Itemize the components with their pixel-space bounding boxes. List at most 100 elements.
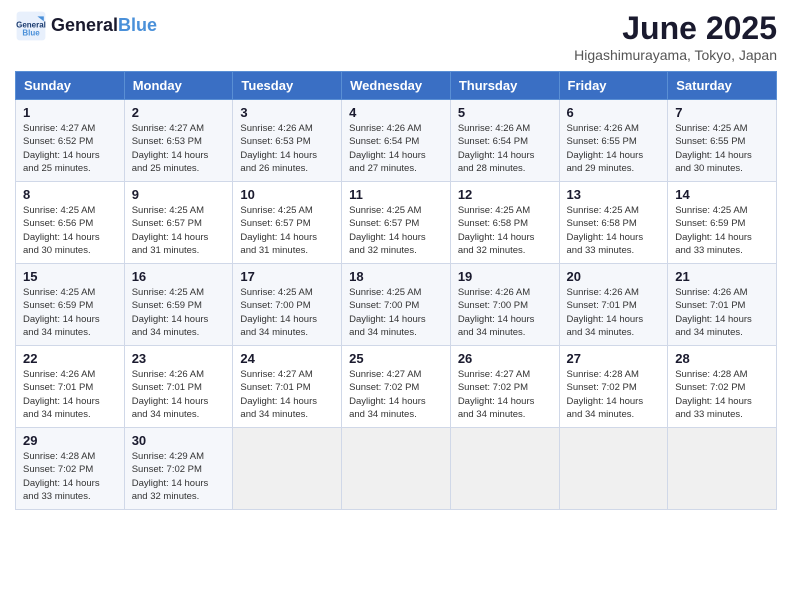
table-row <box>450 428 559 510</box>
col-thursday: Thursday <box>450 72 559 100</box>
table-row: 15Sunrise: 4:25 AM Sunset: 6:59 PM Dayli… <box>16 264 125 346</box>
day-info: Sunrise: 4:26 AM Sunset: 7:01 PM Dayligh… <box>567 286 661 339</box>
day-number: 3 <box>240 105 334 120</box>
table-row: 14Sunrise: 4:25 AM Sunset: 6:59 PM Dayli… <box>668 182 777 264</box>
day-number: 20 <box>567 269 661 284</box>
day-info: Sunrise: 4:27 AM Sunset: 6:52 PM Dayligh… <box>23 122 117 175</box>
day-number: 16 <box>132 269 226 284</box>
logo: General Blue GeneralBlue <box>15 10 157 42</box>
day-number: 27 <box>567 351 661 366</box>
table-row <box>342 428 451 510</box>
day-number: 11 <box>349 187 443 202</box>
col-wednesday: Wednesday <box>342 72 451 100</box>
logo-icon: General Blue <box>15 10 47 42</box>
table-row: 8 Sunrise: 4:25 AM Sunset: 6:56 PM Daylig… <box>16 182 125 264</box>
table-row: 1 Sunrise: 4:27 AM Sunset: 6:52 PM Daylig… <box>16 100 125 182</box>
day-info: Sunrise: 4:26 AM Sunset: 7:01 PM Dayligh… <box>132 368 226 421</box>
table-row: 29 Sunrise: 4:28 AM Sunset: 7:02 PM Dayli… <box>16 428 125 510</box>
table-row: 27 Sunrise: 4:28 AM Sunset: 7:02 PM Dayli… <box>559 346 668 428</box>
day-info: Sunrise: 4:25 AM Sunset: 6:57 PM Dayligh… <box>349 204 443 257</box>
table-row: 23Sunrise: 4:26 AM Sunset: 7:01 PM Dayli… <box>124 346 233 428</box>
col-monday: Monday <box>124 72 233 100</box>
day-number: 12 <box>458 187 552 202</box>
day-info: Sunrise: 4:25 AM Sunset: 6:57 PM Dayligh… <box>240 204 334 257</box>
day-number: 17 <box>240 269 334 284</box>
day-number: 10 <box>240 187 334 202</box>
day-number: 30 <box>132 433 226 448</box>
table-row: 10 Sunrise: 4:25 AM Sunset: 6:57 PM Dayli… <box>233 182 342 264</box>
table-row: 13 Sunrise: 4:25 AM Sunset: 6:58 PM Dayli… <box>559 182 668 264</box>
day-info: Sunrise: 4:28 AM Sunset: 7:02 PM Dayligh… <box>567 368 661 421</box>
day-number: 14 <box>675 187 769 202</box>
day-info: Sunrise: 4:26 AM Sunset: 7:00 PM Dayligh… <box>458 286 552 339</box>
location-title: Higashimurayama, Tokyo, Japan <box>574 47 777 63</box>
table-row: 18 Sunrise: 4:25 AM Sunset: 7:00 PM Dayli… <box>342 264 451 346</box>
day-number: 22 <box>23 351 117 366</box>
day-number: 19 <box>458 269 552 284</box>
table-row: 12 Sunrise: 4:25 AM Sunset: 6:58 PM Dayli… <box>450 182 559 264</box>
calendar-week-row: 1 Sunrise: 4:27 AM Sunset: 6:52 PM Daylig… <box>16 100 777 182</box>
table-row: 24Sunrise: 4:27 AM Sunset: 7:01 PM Dayli… <box>233 346 342 428</box>
day-info: Sunrise: 4:28 AM Sunset: 7:02 PM Dayligh… <box>23 450 117 503</box>
day-info: Sunrise: 4:26 AM Sunset: 6:54 PM Dayligh… <box>458 122 552 175</box>
day-number: 21 <box>675 269 769 284</box>
day-number: 26 <box>458 351 552 366</box>
day-info: Sunrise: 4:26 AM Sunset: 6:54 PM Dayligh… <box>349 122 443 175</box>
day-info: Sunrise: 4:26 AM Sunset: 7:01 PM Dayligh… <box>23 368 117 421</box>
day-info: Sunrise: 4:25 AM Sunset: 6:58 PM Dayligh… <box>567 204 661 257</box>
day-number: 18 <box>349 269 443 284</box>
table-row: 11 Sunrise: 4:25 AM Sunset: 6:57 PM Dayli… <box>342 182 451 264</box>
day-info: Sunrise: 4:27 AM Sunset: 7:02 PM Dayligh… <box>458 368 552 421</box>
table-row: 25 Sunrise: 4:27 AM Sunset: 7:02 PM Dayli… <box>342 346 451 428</box>
calendar-week-row: 22 Sunrise: 4:26 AM Sunset: 7:01 PM Dayli… <box>16 346 777 428</box>
day-info: Sunrise: 4:25 AM Sunset: 7:00 PM Dayligh… <box>349 286 443 339</box>
day-info: Sunrise: 4:25 AM Sunset: 7:00 PM Dayligh… <box>240 286 334 339</box>
day-number: 13 <box>567 187 661 202</box>
table-row: 16 Sunrise: 4:25 AM Sunset: 6:59 PM Dayli… <box>124 264 233 346</box>
col-tuesday: Tuesday <box>233 72 342 100</box>
table-row <box>233 428 342 510</box>
day-number: 25 <box>349 351 443 366</box>
table-row: 30 Sunrise: 4:29 AM Sunset: 7:02 PM Dayli… <box>124 428 233 510</box>
calendar-week-row: 15Sunrise: 4:25 AM Sunset: 6:59 PM Dayli… <box>16 264 777 346</box>
table-row: 4 Sunrise: 4:26 AM Sunset: 6:54 PM Daylig… <box>342 100 451 182</box>
day-number: 6 <box>567 105 661 120</box>
day-number: 29 <box>23 433 117 448</box>
day-info: Sunrise: 4:27 AM Sunset: 6:53 PM Dayligh… <box>132 122 226 175</box>
day-info: Sunrise: 4:25 AM Sunset: 6:56 PM Dayligh… <box>23 204 117 257</box>
day-info: Sunrise: 4:25 AM Sunset: 6:59 PM Dayligh… <box>132 286 226 339</box>
table-row: 28 Sunrise: 4:28 AM Sunset: 7:02 PM Dayli… <box>668 346 777 428</box>
day-number: 5 <box>458 105 552 120</box>
day-number: 7 <box>675 105 769 120</box>
day-number: 9 <box>132 187 226 202</box>
table-row: 20 Sunrise: 4:26 AM Sunset: 7:01 PM Dayli… <box>559 264 668 346</box>
table-row: 5 Sunrise: 4:26 AM Sunset: 6:54 PM Daylig… <box>450 100 559 182</box>
table-row: 7Sunrise: 4:25 AM Sunset: 6:55 PM Daylig… <box>668 100 777 182</box>
day-number: 8 <box>23 187 117 202</box>
day-number: 24 <box>240 351 334 366</box>
day-info: Sunrise: 4:28 AM Sunset: 7:02 PM Dayligh… <box>675 368 769 421</box>
day-info: Sunrise: 4:25 AM Sunset: 6:59 PM Dayligh… <box>23 286 117 339</box>
table-row: 21 Sunrise: 4:26 AM Sunset: 7:01 PM Dayli… <box>668 264 777 346</box>
day-info: Sunrise: 4:27 AM Sunset: 7:02 PM Dayligh… <box>349 368 443 421</box>
table-row <box>559 428 668 510</box>
month-title: June 2025 <box>574 10 777 47</box>
page-header: General Blue GeneralBlue June 2025 Higas… <box>15 10 777 63</box>
day-number: 28 <box>675 351 769 366</box>
col-saturday: Saturday <box>668 72 777 100</box>
table-row <box>668 428 777 510</box>
table-row: 17 Sunrise: 4:25 AM Sunset: 7:00 PM Dayli… <box>233 264 342 346</box>
day-number: 2 <box>132 105 226 120</box>
day-number: 4 <box>349 105 443 120</box>
day-info: Sunrise: 4:25 AM Sunset: 6:58 PM Dayligh… <box>458 204 552 257</box>
table-row: 6Sunrise: 4:26 AM Sunset: 6:55 PM Daylig… <box>559 100 668 182</box>
logo-text: GeneralBlue <box>51 16 157 36</box>
day-info: Sunrise: 4:29 AM Sunset: 7:02 PM Dayligh… <box>132 450 226 503</box>
table-row: 19 Sunrise: 4:26 AM Sunset: 7:00 PM Dayli… <box>450 264 559 346</box>
calendar-table: Sunday Monday Tuesday Wednesday Thursday… <box>15 71 777 510</box>
day-info: Sunrise: 4:26 AM Sunset: 7:01 PM Dayligh… <box>675 286 769 339</box>
col-friday: Friday <box>559 72 668 100</box>
calendar-header-row: Sunday Monday Tuesday Wednesday Thursday… <box>16 72 777 100</box>
table-row: 2 Sunrise: 4:27 AM Sunset: 6:53 PM Daylig… <box>124 100 233 182</box>
day-number: 1 <box>23 105 117 120</box>
